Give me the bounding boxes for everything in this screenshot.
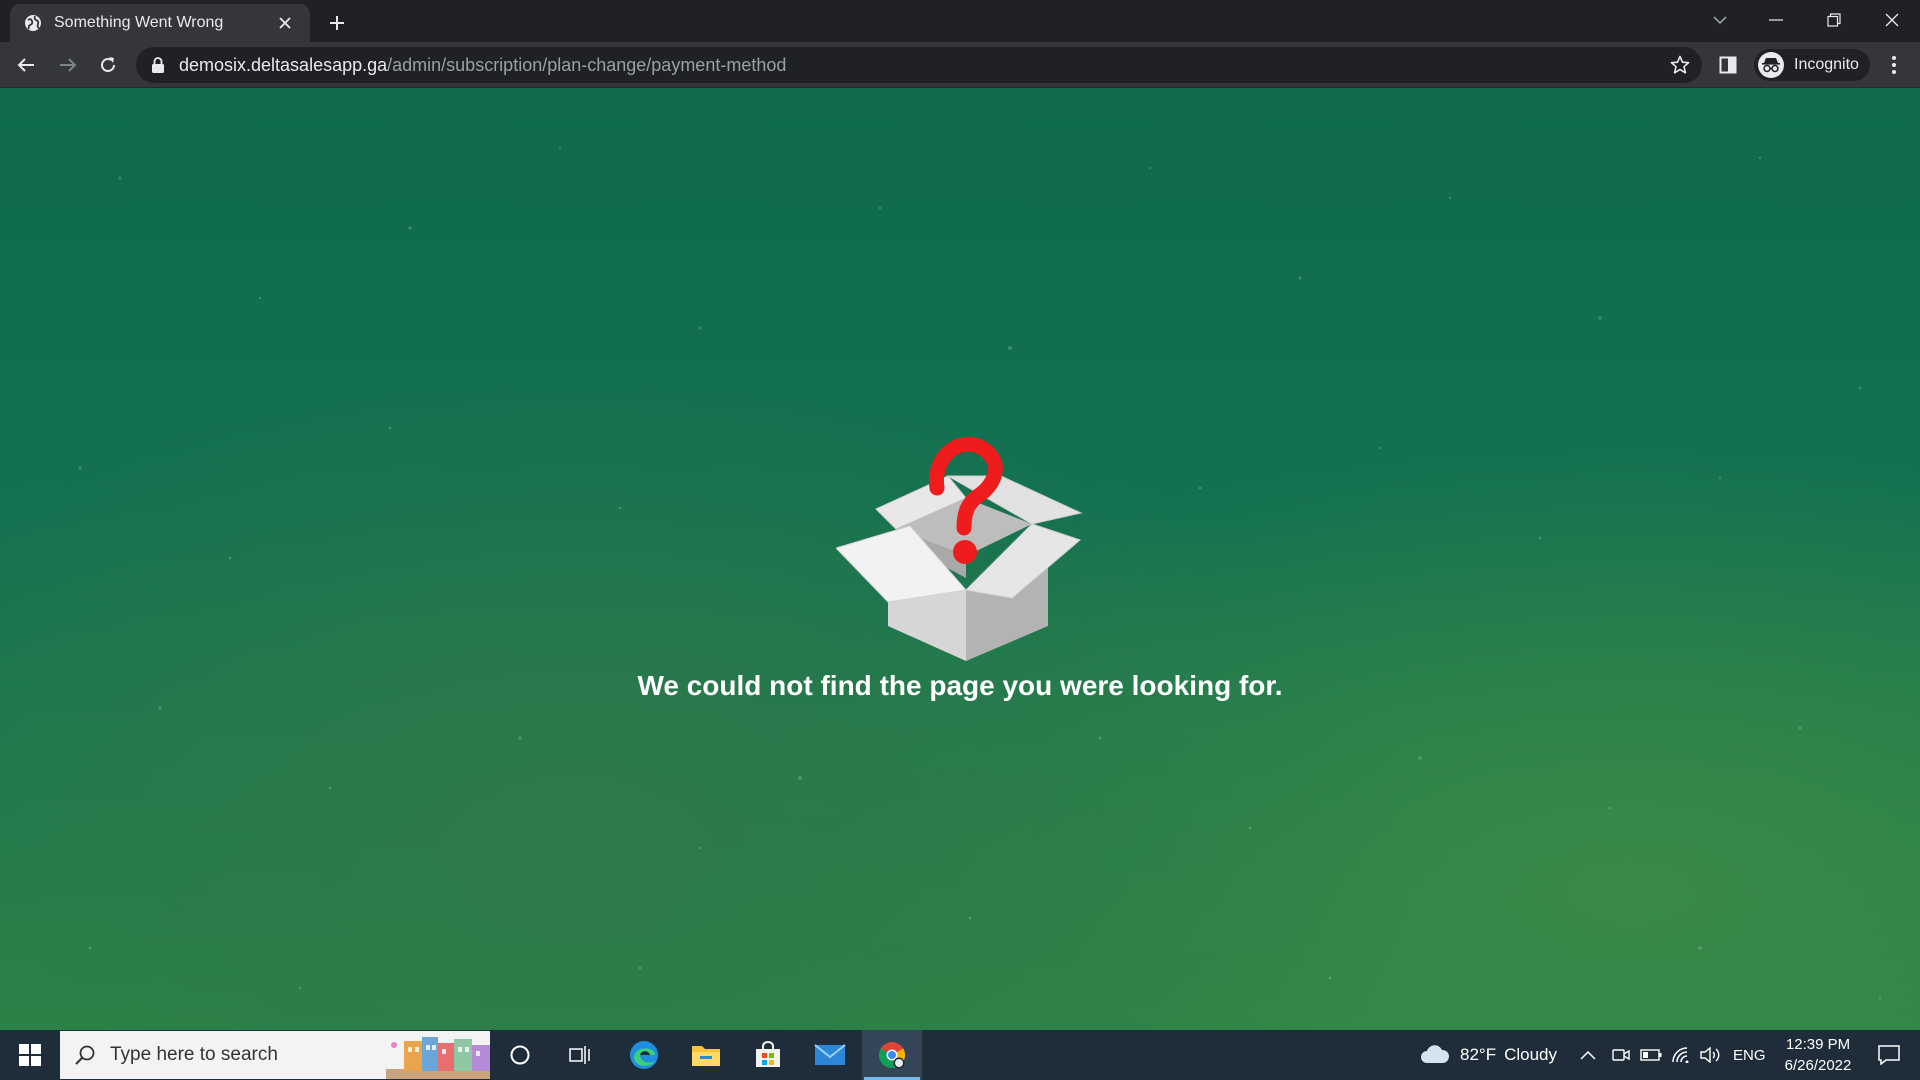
chrome-app[interactable] [862, 1030, 922, 1080]
cloud-icon [1421, 1045, 1450, 1063]
battery-indicator[interactable] [1640, 1030, 1662, 1080]
tab-title: Something Went Wrong [54, 14, 224, 31]
restore-button[interactable] [1806, 0, 1862, 40]
side-panel-button[interactable] [1712, 49, 1744, 81]
store-icon [756, 1041, 780, 1067]
search-highlight-illustration [386, 1037, 490, 1079]
wifi-icon [1672, 1047, 1689, 1063]
microsoft-store-app[interactable] [738, 1030, 798, 1080]
action-center-button[interactable] [1866, 1030, 1912, 1080]
browser-menu-button[interactable] [1878, 49, 1910, 81]
close-window-button[interactable] [1864, 0, 1920, 40]
incognito-indicator[interactable]: Incognito [1754, 49, 1870, 81]
file-explorer-app[interactable] [676, 1030, 736, 1080]
taskbar-search[interactable]: Type here to search [60, 1031, 490, 1079]
edge-icon [630, 1041, 658, 1069]
tab-close-icon[interactable] [272, 10, 298, 36]
taskbar-clock[interactable]: 12:39 PM 6/26/2022 [1768, 1034, 1868, 1076]
start-button[interactable] [0, 1030, 60, 1080]
arrow-left-icon [17, 58, 34, 72]
show-hidden-icons-button[interactable] [1580, 1030, 1596, 1080]
browser-tab[interactable]: Something Went Wrong [10, 4, 310, 42]
tab-strip: Something Went Wrong [0, 0, 1920, 42]
minimize-button[interactable] [1748, 0, 1804, 40]
tab-search-button[interactable] [1692, 0, 1748, 40]
meet-now-button[interactable] [1612, 1030, 1630, 1080]
battery-icon [1640, 1049, 1662, 1061]
weather-condition: Cloudy [1504, 1045, 1558, 1064]
incognito-label: Incognito [1794, 56, 1859, 73]
notification-icon [1878, 1045, 1900, 1065]
incognito-icon [1758, 52, 1784, 78]
more-vert-icon [1892, 56, 1896, 74]
url-host: demosix.deltasalesapp.ga [179, 54, 388, 75]
empty-box-illustration [836, 436, 1083, 661]
search-placeholder: Type here to search [110, 1044, 278, 1065]
windows-logo-icon [19, 1044, 41, 1066]
chevron-up-icon [1580, 1050, 1596, 1060]
mail-app[interactable] [800, 1030, 860, 1080]
cortana-button[interactable] [490, 1030, 550, 1080]
error-page: We could not find the page you were look… [0, 88, 1920, 1030]
edge-app[interactable] [614, 1030, 674, 1080]
back-button[interactable] [10, 49, 42, 81]
lock-icon[interactable] [151, 57, 165, 73]
volume-indicator[interactable] [1700, 1030, 1722, 1080]
search-icon [75, 1045, 95, 1065]
input-language[interactable]: ENG [1733, 1030, 1766, 1080]
task-view-button[interactable] [550, 1030, 610, 1080]
minimize-icon [1769, 19, 1783, 21]
new-tab-button[interactable] [322, 8, 352, 38]
speaker-icon [1700, 1047, 1720, 1063]
arrow-right-icon [60, 58, 77, 72]
address-bar[interactable]: demosix.deltasalesapp.ga/admin/subscript… [136, 47, 1702, 83]
url-path: /admin/subscription/plan-change/payment-… [387, 54, 787, 75]
browser-toolbar: demosix.deltasalesapp.ga/admin/subscript… [0, 42, 1920, 88]
chevron-down-icon [1713, 16, 1727, 25]
close-icon [1885, 13, 1899, 27]
reload-icon [101, 57, 115, 72]
plus-icon [330, 16, 344, 30]
globe-icon [25, 15, 41, 31]
side-panel-icon [1719, 56, 1737, 74]
mail-icon [814, 1044, 846, 1065]
chrome-incognito-icon [878, 1042, 906, 1069]
weather-temperature: 82°F [1460, 1045, 1497, 1064]
clock-date: 6/26/2022 [1784, 1057, 1852, 1074]
camera-icon [1612, 1049, 1630, 1061]
reload-button[interactable] [92, 49, 124, 81]
error-message: We could not find the page you were look… [637, 670, 1283, 701]
folder-icon [692, 1046, 720, 1066]
restore-icon [1827, 13, 1841, 27]
task-view-icon [569, 1046, 590, 1064]
taskbar: Type here to search 82°F Cloudy ENG 12:3… [0, 1030, 1920, 1080]
cortana-icon [510, 1045, 530, 1065]
forward-button[interactable] [52, 49, 84, 81]
network-indicator[interactable] [1672, 1030, 1692, 1080]
clock-time: 12:39 PM [1785, 1036, 1851, 1053]
bookmark-button[interactable] [1666, 51, 1694, 79]
url-text[interactable]: demosix.deltasalesapp.ga/admin/subscript… [179, 55, 786, 76]
star-icon [1670, 55, 1690, 74]
weather-widget[interactable]: 82°F Cloudy [1420, 1030, 1557, 1080]
